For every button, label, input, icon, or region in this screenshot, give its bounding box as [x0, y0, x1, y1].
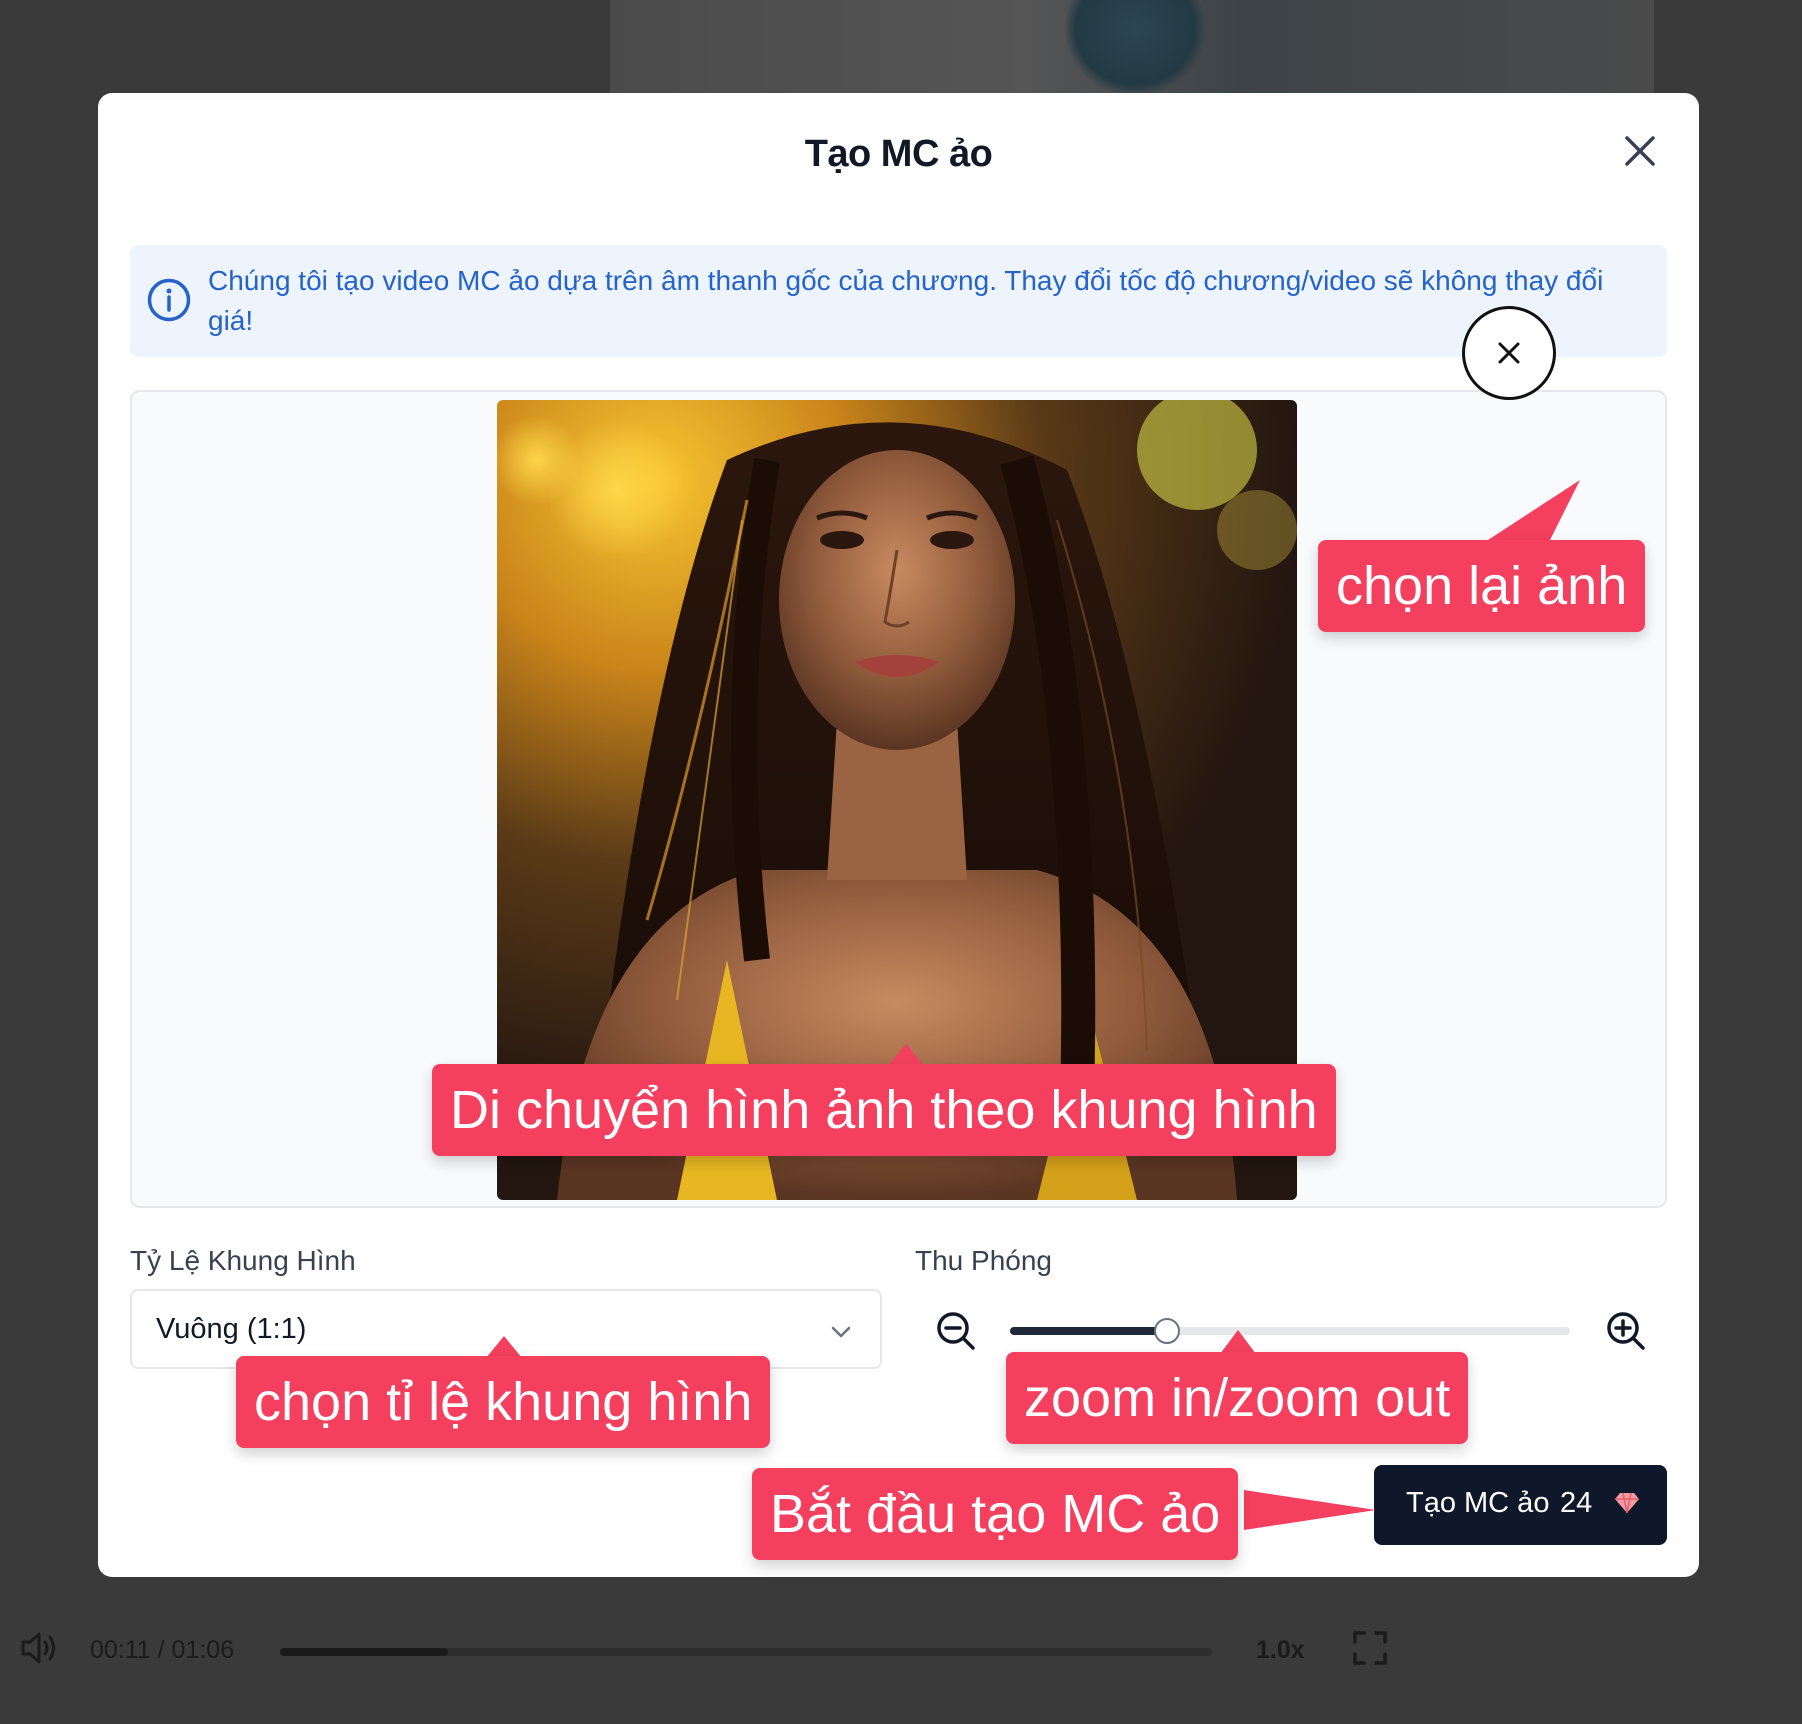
callout-start: Bắt đầu tạo MC ảo	[752, 1468, 1239, 1560]
callout-reselect-image: chọn lại ảnh	[1318, 540, 1646, 632]
callout-zoom: zoom in/zoom out	[1006, 1352, 1469, 1444]
callout-pointers	[486, 480, 1580, 1530]
callout-choose-ratio: chọn tỉ lệ khung hình	[236, 1356, 771, 1448]
callout-move-image: Di chuyển hình ảnh theo khung hình	[432, 1064, 1336, 1156]
